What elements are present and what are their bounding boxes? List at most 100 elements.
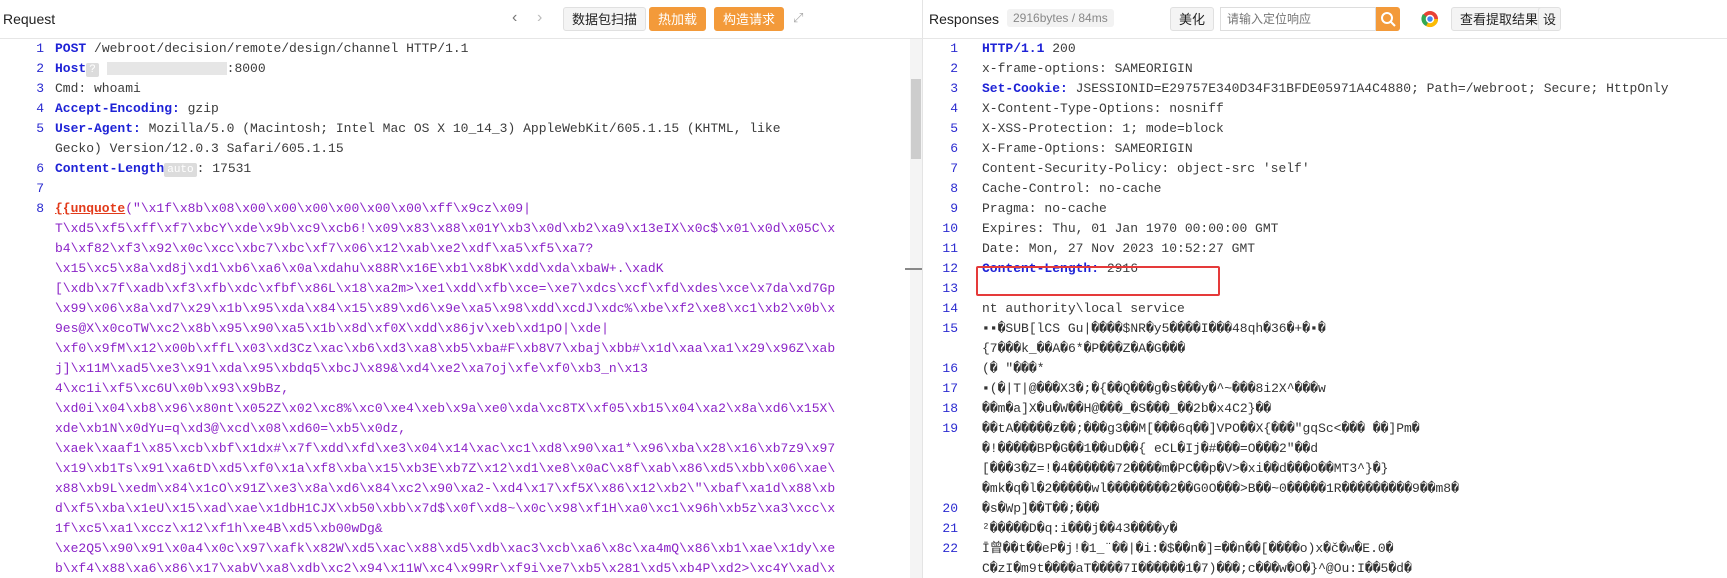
code-line: x-frame-options: SAMEORIGIN [982, 59, 1669, 79]
line-number: 3 [950, 81, 958, 96]
line-number: 2 [36, 61, 44, 76]
header-value: nt authority\local service [982, 301, 1185, 316]
header-value: Date: Mon, 27 Nov 2023 10:52:27 GMT [982, 241, 1256, 256]
line-number: 21 [942, 521, 958, 536]
binary-line: ��m�a]X�u�W��H@���_�S���_��2b�x4C2}�� [982, 401, 1272, 416]
response-lines: HTTP/1.1 200 x-frame-options: SAMEORIGIN S… [982, 39, 1669, 578]
line-number: 4 [36, 101, 44, 116]
payload-line: d\xf5\xba\x1eU\x15\xad\xae\x1dbH1CJX\xb5… [55, 501, 836, 516]
locate-response-input[interactable] [1220, 7, 1376, 31]
binary-line: Ī曾��t��eP�j!�1_¨��|�i:�$��n�]=��n��[����… [982, 541, 1394, 556]
payload-line: T\xd5\xf5\xff\xf7\xbcY\xde\x9b\xc9\xcb6!… [55, 221, 836, 236]
line-number: 19 [942, 421, 958, 436]
line-number: 4 [950, 101, 958, 116]
code-line: X-Frame-Options: SAMEORIGIN [982, 139, 1669, 159]
line-number [0, 459, 44, 479]
build-request-button[interactable]: 构造请求 [714, 7, 785, 31]
header-value: X-Frame-Options: SAMEORIGIN [982, 141, 1193, 156]
expand-icon[interactable]: ⤢ [793, 10, 803, 26]
line-number [0, 219, 44, 239]
response-line-numbers: 1 2 3 4 5 6 7 8 9 10 11 12 13 14 15 16 17 18 19 20 21 22 [922, 39, 958, 578]
code-line: Content-Security-Policy: object-src 'sel… [982, 159, 1669, 179]
payload-line: xde\xb1N\x0dYu=q\xd3@\xcd\x08\xd60=\xb5\… [55, 421, 407, 436]
code-line: Content-Length auto: 17531 [55, 159, 835, 179]
request-scrollbar[interactable] [910, 39, 922, 578]
binary-line: �s�Wp]��T��;��� [982, 501, 1100, 516]
line-number: 12 [942, 261, 958, 276]
binary-line: ²�����D�q:i���j��43����y� [982, 521, 1178, 536]
line-number [0, 299, 44, 319]
header-value: Mozilla/5.0 (Macintosh; Intel Mac OS X 1… [140, 121, 781, 136]
code-line: Pragma: no-cache [982, 199, 1669, 219]
beautify-button[interactable]: 美化 [1170, 7, 1215, 31]
request-editor[interactable]: 1 2 3 4 5 6 7 8 POST /webroot/decision/remote/… [0, 39, 922, 578]
request-scroll-thumb[interactable] [911, 79, 921, 159]
header-value: X-XSS-Protection: 1; mode=block [982, 121, 1224, 136]
line-number: 9 [950, 201, 958, 216]
line-number: 5 [950, 121, 958, 136]
code-line: User-Agent: Mozilla/5.0 (Macintosh; Inte… [55, 119, 835, 139]
code-line: nt authority\local service [982, 299, 1669, 319]
auto-tag: auto [164, 163, 197, 177]
search-button[interactable] [1376, 7, 1400, 31]
line-number: 18 [942, 401, 958, 416]
view-extract-results-button[interactable]: 查看提取结果 [1451, 7, 1548, 31]
line-number: 16 [942, 361, 958, 376]
response-meta-badge: 2916bytes / 84ms [1007, 9, 1114, 27]
header-value [55, 181, 63, 196]
code-line: Gecko) Version/12.0.3 Safari/605.1.15 [55, 139, 835, 159]
settings-button[interactable]: 设 [1538, 7, 1562, 31]
binary-line: �mk�q�l�2�����wl��������2��G0O���>B��~0�… [982, 481, 1459, 496]
code-line: POST /webroot/decision/remote/design/cha… [55, 39, 835, 59]
header-key: User-Agent: [55, 121, 141, 136]
header-value: gzip [179, 101, 219, 116]
payload-function: {{unquote [55, 201, 126, 216]
line-number [0, 139, 44, 159]
forward-arrow-icon[interactable]: › [537, 9, 542, 27]
payload-line: \xaek\xaaf1\x85\xcb\xbf\x1dx#\x7f\xdd\xf… [55, 441, 836, 456]
back-arrow-icon[interactable]: ‹ [512, 9, 517, 27]
header-value: /webroot/decision/remote/design/channel … [86, 41, 469, 56]
code-line: Cache-Control: no-cache [982, 179, 1669, 199]
payload-line: 1f\xc5\xa1\xccz\x12\xf1h\xe4B\xd5\xb00wD… [55, 521, 383, 536]
hot-load-button[interactable]: 热加载 [649, 7, 707, 31]
payload-line: ("\x1f\x8b\x08\x00\x00\x00\x00\x00\x00\x… [125, 201, 531, 216]
line-number: 14 [942, 301, 958, 316]
line-number: 10 [942, 221, 958, 236]
response-pane: Responses 2916bytes / 84ms 美化 查看提取结果 设 1… [922, 0, 1727, 578]
line-number: 8 [36, 201, 44, 216]
payload-line: b4\xf82\xf3\x92\x0c\xcc\xbc7\xbc\xf7\x06… [55, 241, 594, 256]
request-header: Request ‹ › 数据包扫描 热加载 构造请求 ⤢ [0, 0, 922, 39]
line-number [922, 439, 958, 459]
line-number: 22 [942, 541, 958, 556]
payload-line: j]\x11M\xad5\xe3\x91\xda\x95\xbdq5\xbcJ\… [55, 361, 648, 376]
line-number [0, 499, 44, 519]
line-number [0, 259, 44, 279]
code-line: HTTP/1.1 200 [982, 39, 1669, 59]
line-number: 8 [950, 181, 958, 196]
line-number: 13 [942, 281, 958, 296]
header-value: :8000 [226, 61, 266, 76]
code-line: Set-Cookie: JSESSIONID=E29757E340D34F31B… [982, 79, 1669, 99]
payload-line: 9es@X\x0coTW\xc2\x8b\x95\x90\xa5\x1b\x8d… [55, 321, 609, 336]
line-number [0, 539, 44, 559]
payload-line: [\xdb\x7f\xadb\xf3\xfb\xdc\xfbf\x86L\x18… [55, 281, 836, 296]
code-line [55, 179, 835, 199]
request-title: Request [3, 11, 56, 27]
header-value: Cache-Control: no-cache [982, 181, 1162, 196]
payload-line: x88\xb9L\xedm\x84\x1cO\x91Z\xe3\x8a\xd6\… [55, 481, 836, 496]
code-line: X-Content-Type-Options: nosniff [982, 99, 1669, 119]
header-value: Gecko) Version/12.0.3 Safari/605.1.15 [55, 141, 344, 156]
search-icon [1381, 12, 1396, 27]
packet-scan-button[interactable]: 数据包扫描 [563, 7, 647, 31]
payload-line: \xf0\x9fM\x12\x00b\xffL\x03\xd3Cz\xac\xb… [55, 341, 836, 356]
response-title: Responses [929, 11, 1000, 27]
line-number: 7 [950, 161, 958, 176]
pane-splitter[interactable] [905, 268, 922, 270]
header-value: Cmd: whoami [55, 81, 141, 96]
code-line: Cmd: whoami [55, 79, 835, 99]
code-line: X-XSS-Protection: 1; mode=block [982, 119, 1669, 139]
code-line: Accept-Encoding: gzip [55, 99, 835, 119]
chrome-icon[interactable] [1421, 10, 1439, 33]
binary-line: (� "���* [982, 361, 1045, 376]
